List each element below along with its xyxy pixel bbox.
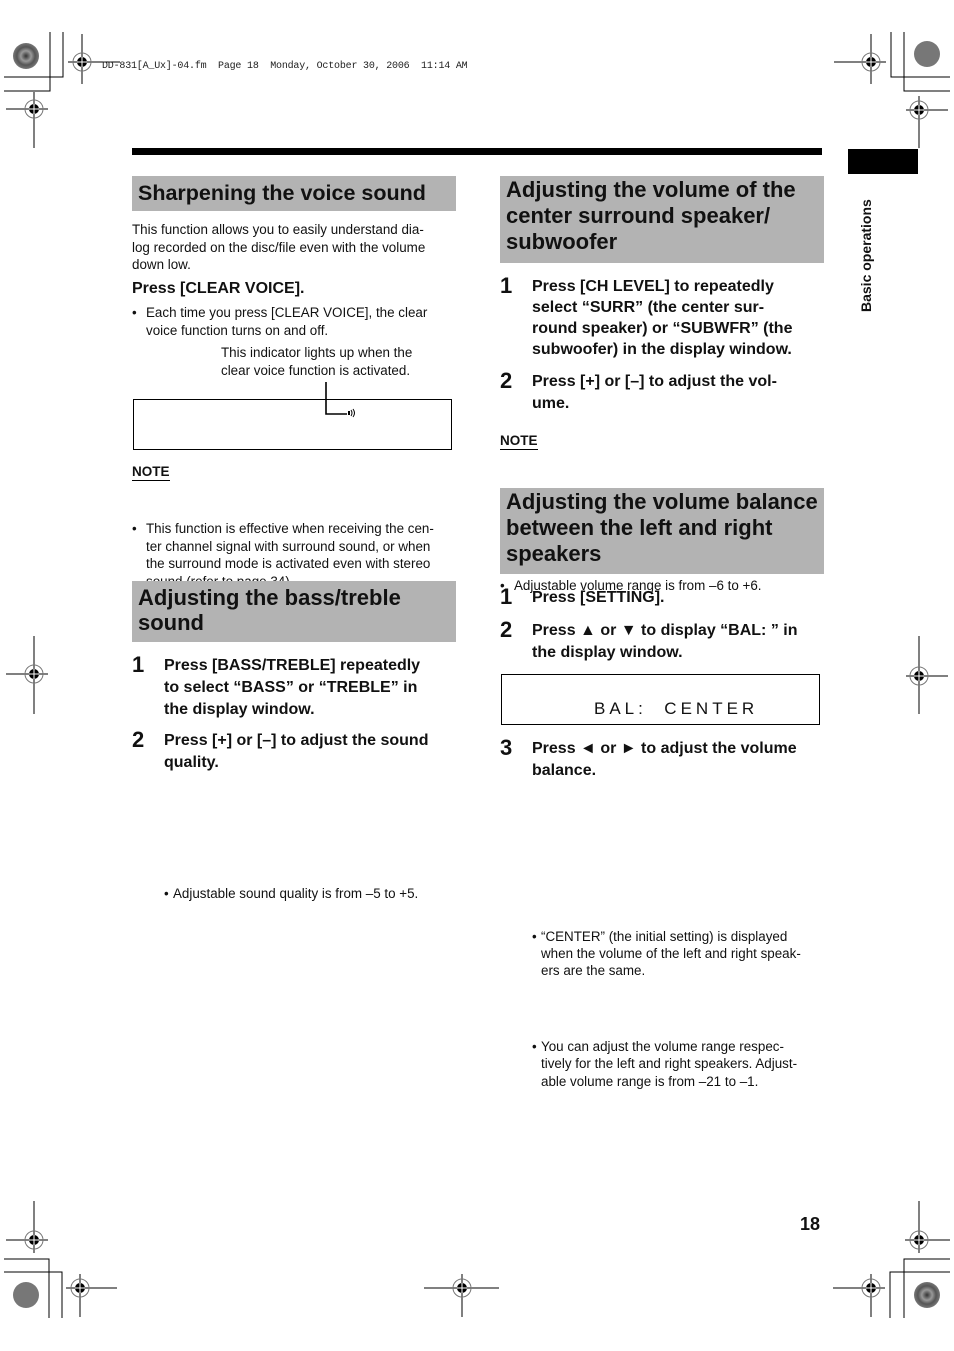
registration-mark-bottom-left-2 [66, 1274, 117, 1317]
note-label: NOTE [132, 464, 170, 481]
page-number: 18 [800, 1214, 821, 1234]
note-line: when the volume of the left and right sp… [541, 945, 801, 961]
indicator-caption: This indicator lights up when the clear … [221, 344, 461, 379]
color-target-top-right [914, 41, 940, 67]
step-text: Press [+] or [–] to adjust the vol- ume. [532, 371, 777, 415]
registration-mark-top-left-1 [68, 34, 120, 84]
title-line: center surround speaker/ [506, 203, 771, 228]
step-number: 2 [500, 368, 513, 393]
registration-mark-bottom-center [424, 1274, 499, 1317]
registration-mark-bottom-right-2 [833, 1274, 885, 1317]
title-line: sound [138, 610, 204, 635]
caption-line: clear voice function is activated. [221, 362, 411, 378]
note-line: “CENTER” (the initial setting) is displa… [541, 928, 788, 944]
balance-note-center: “CENTER” (the initial setting) is displa… [532, 928, 836, 980]
note-line: You can adjust the volume range respec- [541, 1038, 784, 1054]
intro-line: This function allows you to easily under… [132, 222, 424, 237]
step-number: 1 [500, 273, 513, 298]
note-label-center-surround: NOTE [500, 432, 538, 450]
step-text: Press [+] or [–] to adjust the sound qua… [164, 730, 428, 774]
section-title-bass-treble: Adjusting the bass/treble sound [132, 581, 456, 642]
step-line: Press [+] or [–] to adjust the vol- [532, 373, 777, 390]
clear-voice-indicator-icon [348, 408, 355, 418]
section-title-center-surround: Adjusting the volume of the center surro… [500, 176, 824, 263]
note-line: This function is effective when receivin… [146, 521, 434, 537]
step-line: balance. [532, 762, 597, 779]
bullet-line: Each time you press [CLEAR VOICE], the c… [146, 305, 428, 320]
note-line: ers are the same. [541, 963, 646, 979]
title-line: Adjusting the bass/treble [138, 585, 401, 610]
title-line: speakers [506, 541, 602, 566]
clear-voice-bullet: Each time you press [CLEAR VOICE], the c… [132, 304, 476, 339]
sharpening-intro: This function allows you to easily under… [132, 221, 462, 274]
step-line: Press ◄ or ► to adjust the volume [532, 740, 797, 757]
title-line: Adjusting the volume of the [506, 177, 796, 202]
display-window-illustration [133, 399, 452, 450]
note-line: able volume range is from –21 to –1. [541, 1073, 759, 1089]
step-number: 1 [500, 584, 513, 609]
print-header-meta: DD-831[A_Ux]-04.fm Page 18 Monday, Octob… [102, 61, 468, 72]
balance-display-window: BAL: CENTER [501, 674, 820, 725]
title-line: subwoofer [506, 229, 618, 254]
note-label-sharpening: NOTE [132, 463, 170, 481]
note-label: NOTE [500, 433, 538, 450]
step-line: round speaker) or “SUBWFR” (the [532, 320, 793, 337]
step-line: the display window. [532, 644, 683, 661]
note-line: tively for the left and right speakers. … [541, 1056, 798, 1072]
section-title-balance: Adjusting the volume balance between the… [500, 488, 824, 574]
step-text: Press ▲ or ▼ to display “BAL: ” in the d… [532, 620, 798, 664]
color-target-bottom-left [13, 1282, 39, 1308]
step-line: Press ▲ or ▼ to display “BAL: ” in [532, 622, 798, 639]
registration-mark-middle-left [6, 636, 48, 714]
side-tab-block [848, 149, 918, 174]
title-line: Adjusting the volume balance [506, 489, 818, 514]
registration-mark-top-left-2 [6, 92, 48, 148]
caption-line: This indicator lights up when the [221, 345, 413, 360]
bullet-line: voice function turns on and off. [146, 322, 329, 338]
step-line: Press [SETTING]. [532, 589, 665, 606]
registration-mark-top-right-1 [834, 34, 886, 84]
bass-treble-range-note: Adjustable sound quality is from –5 to +… [164, 885, 954, 903]
step-line: select “SURR” (the center sur- [532, 299, 765, 316]
intro-line: log recorded on the disc/file even with … [132, 239, 426, 255]
step-number: 1 [132, 652, 145, 677]
step-text: Press ◄ or ► to adjust the volume balanc… [532, 738, 797, 782]
color-target-bottom-right [914, 1282, 940, 1308]
note-sharpening: This function is effective when receivin… [132, 520, 476, 590]
step-line: Press [BASS/TREBLE] repeatedly [164, 657, 421, 674]
step-text: Press [SETTING]. [532, 587, 664, 609]
step-line: Press [+] or [–] to adjust the sound [164, 732, 429, 749]
note-line: ter channel signal with surround sound, … [146, 538, 431, 554]
intro-line: down low. [132, 257, 191, 273]
title-line: between the left and right [506, 515, 773, 540]
step-line: subwoofer) in the display window. [532, 341, 792, 358]
step-line: ume. [532, 395, 570, 412]
section-title-sharpening: Sharpening the voice sound [132, 176, 456, 211]
step-line: quality. [164, 754, 219, 771]
press-clear-voice: Press [CLEAR VOICE]. [132, 280, 305, 297]
registration-mark-bottom-right-1 [905, 1201, 950, 1253]
balance-note-range: You can adjust the volume range respec- … [532, 1038, 836, 1090]
registration-mark-top-right-2 [906, 96, 948, 148]
registration-mark-middle-right [906, 636, 948, 714]
color-target-top-left [13, 43, 39, 69]
step-line: to select “BASS” or “TREBLE” in [164, 679, 418, 696]
step-number: 2 [132, 727, 145, 752]
registration-mark-bottom-left-1 [6, 1201, 48, 1253]
side-tab-label: Basic operations [858, 199, 874, 312]
step-line: Press [CH LEVEL] to repeatedly [532, 278, 774, 295]
top-rule-bar [132, 148, 822, 155]
display-readout: BAL: CENTER [594, 699, 759, 718]
step-number: 2 [500, 617, 513, 642]
step-text: Press [BASS/TREBLE] repeatedly to select… [164, 655, 420, 721]
step-line: the display window. [164, 701, 315, 718]
step-number: 3 [500, 735, 513, 760]
note-line: the surround mode is activated even with… [146, 556, 431, 572]
step-text: Press [CH LEVEL] to repeatedly select “S… [532, 276, 792, 360]
